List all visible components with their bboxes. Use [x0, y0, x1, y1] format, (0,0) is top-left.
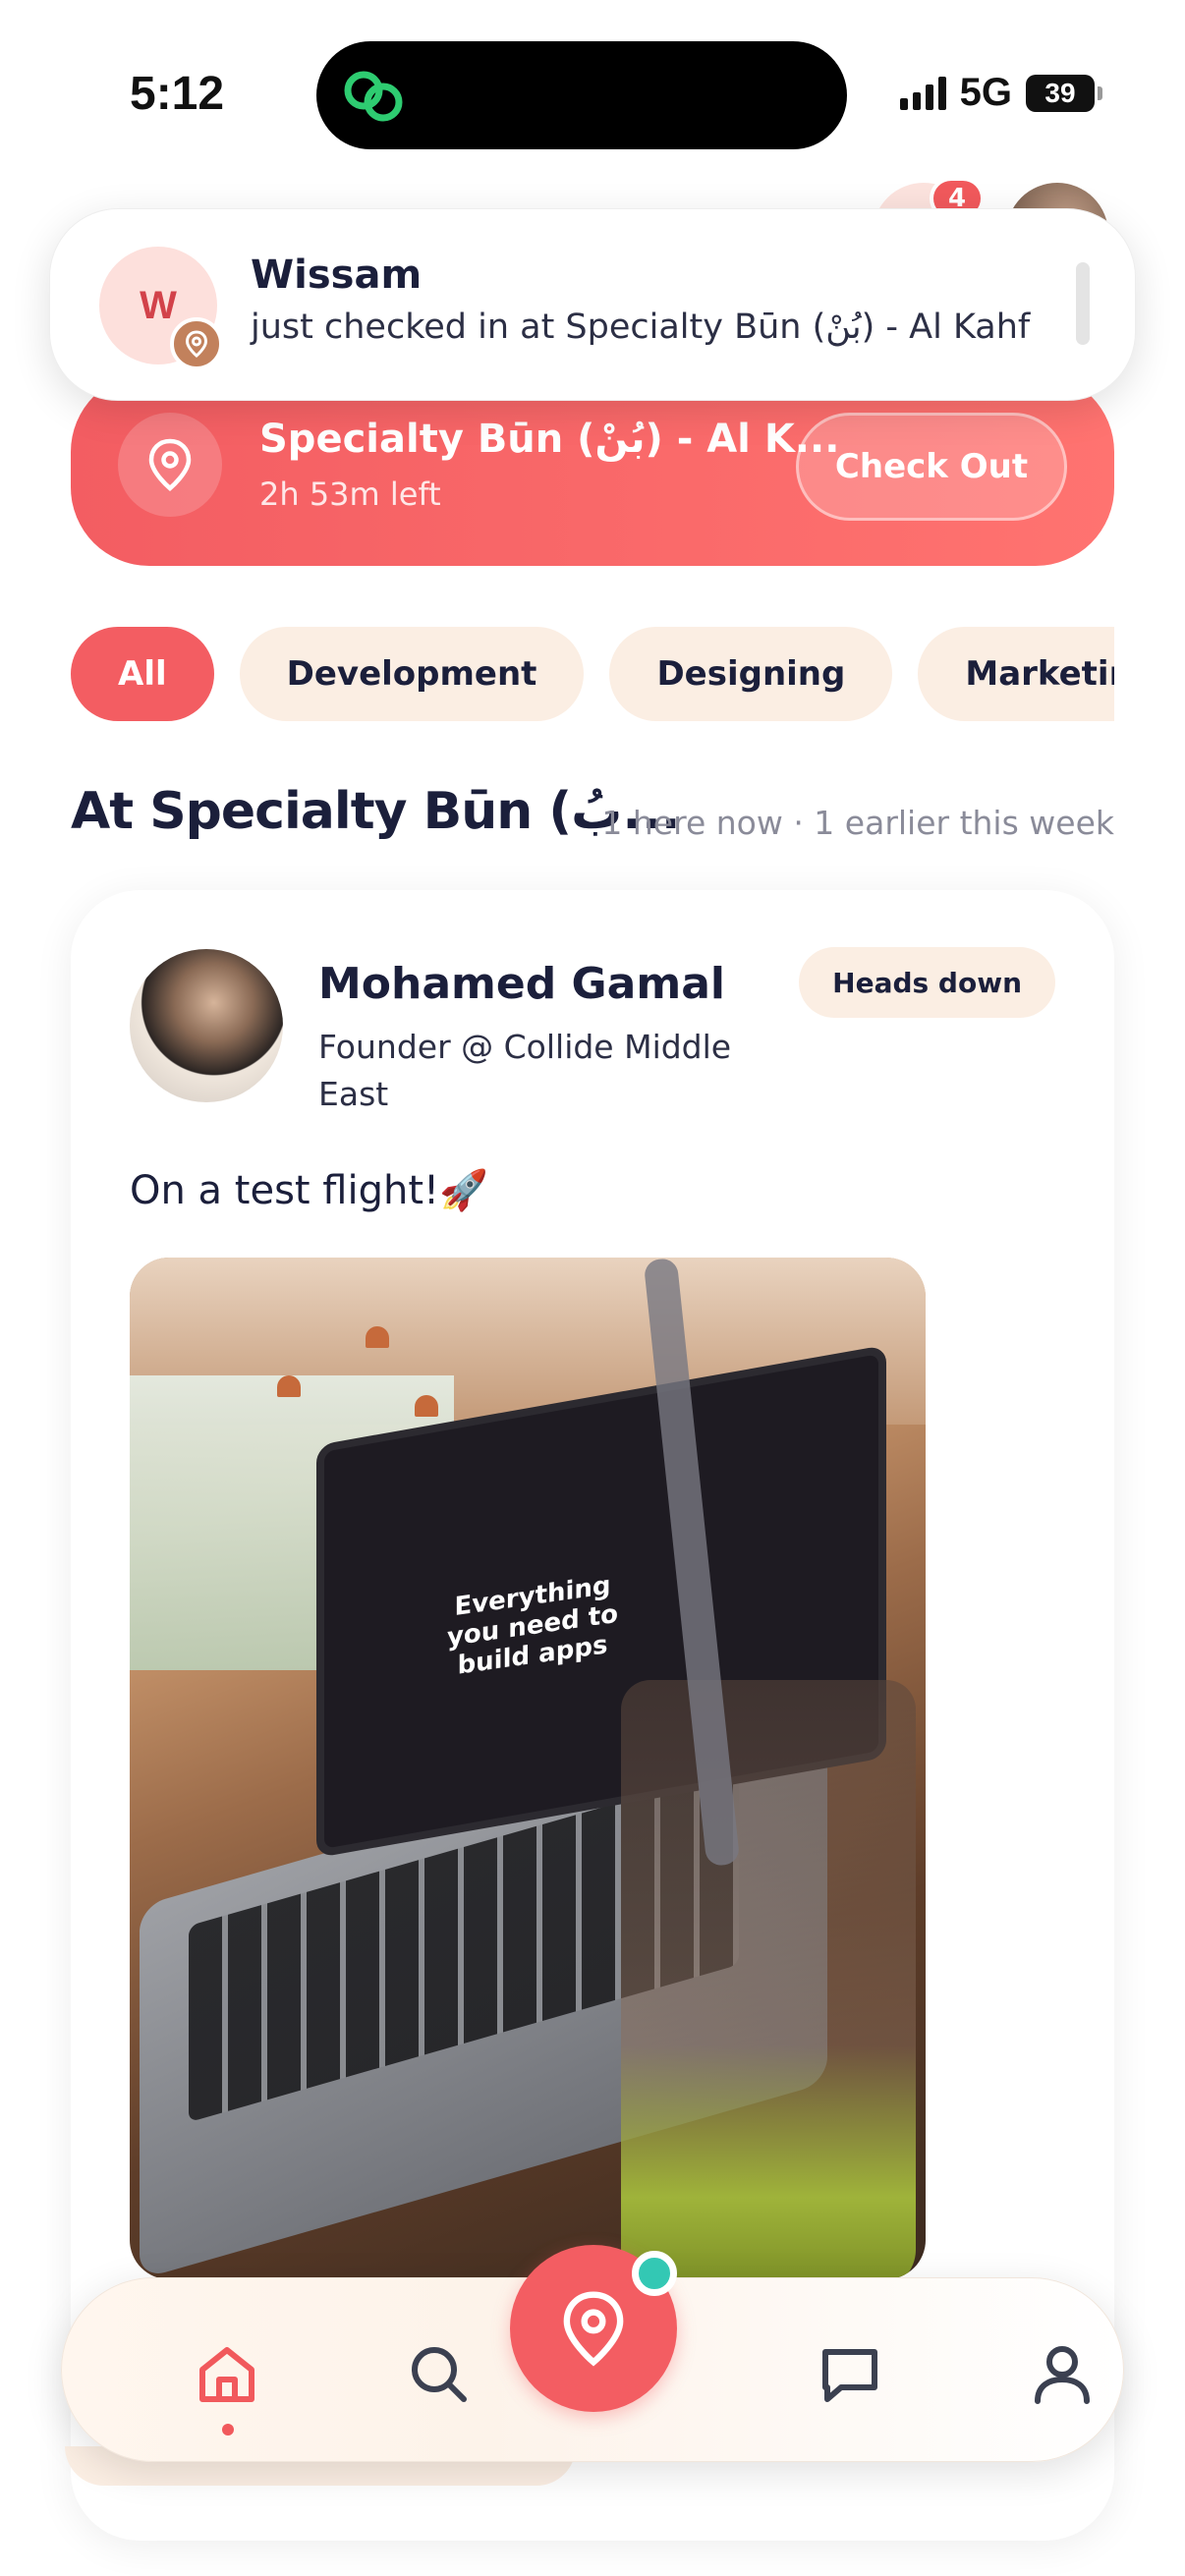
chip-all[interactable]: All: [71, 627, 214, 721]
section-meta: 1 here now · 1 earlier this week: [601, 804, 1114, 842]
online-indicator: [632, 2251, 677, 2296]
section-title: At Specialty Būn (بُ...: [71, 782, 682, 841]
notification-body: just checked in at Specialty Būn (بُنْ) …: [251, 308, 1031, 347]
location-pin-icon: [118, 413, 222, 517]
notification-banner[interactable]: W Wissam just checked in at Specialty Bū…: [49, 208, 1136, 401]
location-pin-icon: [170, 317, 223, 370]
chip-designing[interactable]: Designing: [609, 627, 893, 721]
status-badge: Heads down: [799, 947, 1055, 1018]
network-type: 5G: [959, 71, 1012, 114]
tab-search[interactable]: [390, 2325, 488, 2424]
photo-lamp: [415, 1395, 438, 1417]
post-author-name[interactable]: Mohamed Gamal: [318, 959, 725, 1009]
profile-icon: [1035, 2346, 1090, 2404]
photo-lamp: [366, 1326, 389, 1348]
notification-title: Wissam: [251, 252, 423, 298]
photo-lamp: [277, 1375, 301, 1397]
dynamic-island: [316, 41, 847, 149]
location-pin-icon: [563, 2291, 624, 2367]
tab-home[interactable]: [178, 2325, 276, 2424]
chip-marketing[interactable]: Marketing: [918, 627, 1114, 721]
battery-icon: 39: [1026, 74, 1102, 112]
signal-icon: [899, 76, 946, 110]
status-indicators: 5G 39: [899, 71, 1102, 115]
filter-chips: All Development Designing Marketing: [71, 627, 1114, 721]
post-author-role: Founder @ Collide Middle East: [318, 1028, 732, 1113]
checkin-card[interactable]: Specialty Būn (بُنْ) - Al K... 2h 53m le…: [71, 373, 1114, 566]
tab-bar: [61, 2245, 1124, 2462]
status-time: 5:12: [130, 68, 225, 120]
post-text: On a test flight!🚀: [130, 1168, 488, 1213]
post-photo[interactable]: Everything you need to build apps: [130, 1258, 926, 2279]
home-icon: [199, 2347, 254, 2402]
search-icon: [412, 2347, 467, 2402]
check-out-button[interactable]: Check Out: [796, 413, 1067, 521]
photo-cup: [621, 1680, 916, 2279]
checkin-time-left: 2h 53m left: [259, 476, 441, 513]
tab-profile[interactable]: [1013, 2325, 1111, 2424]
tab-messages[interactable]: [801, 2325, 899, 2424]
checkin-place: Specialty Būn (بُنْ) - Al K...: [259, 417, 840, 462]
chat-icon: [822, 2349, 877, 2402]
post-avatar[interactable]: [130, 949, 283, 1102]
active-tab-indicator: [222, 2424, 234, 2436]
link-rings-icon: [344, 71, 403, 122]
chip-development[interactable]: Development: [239, 627, 585, 721]
notification-handle: [1076, 262, 1090, 345]
